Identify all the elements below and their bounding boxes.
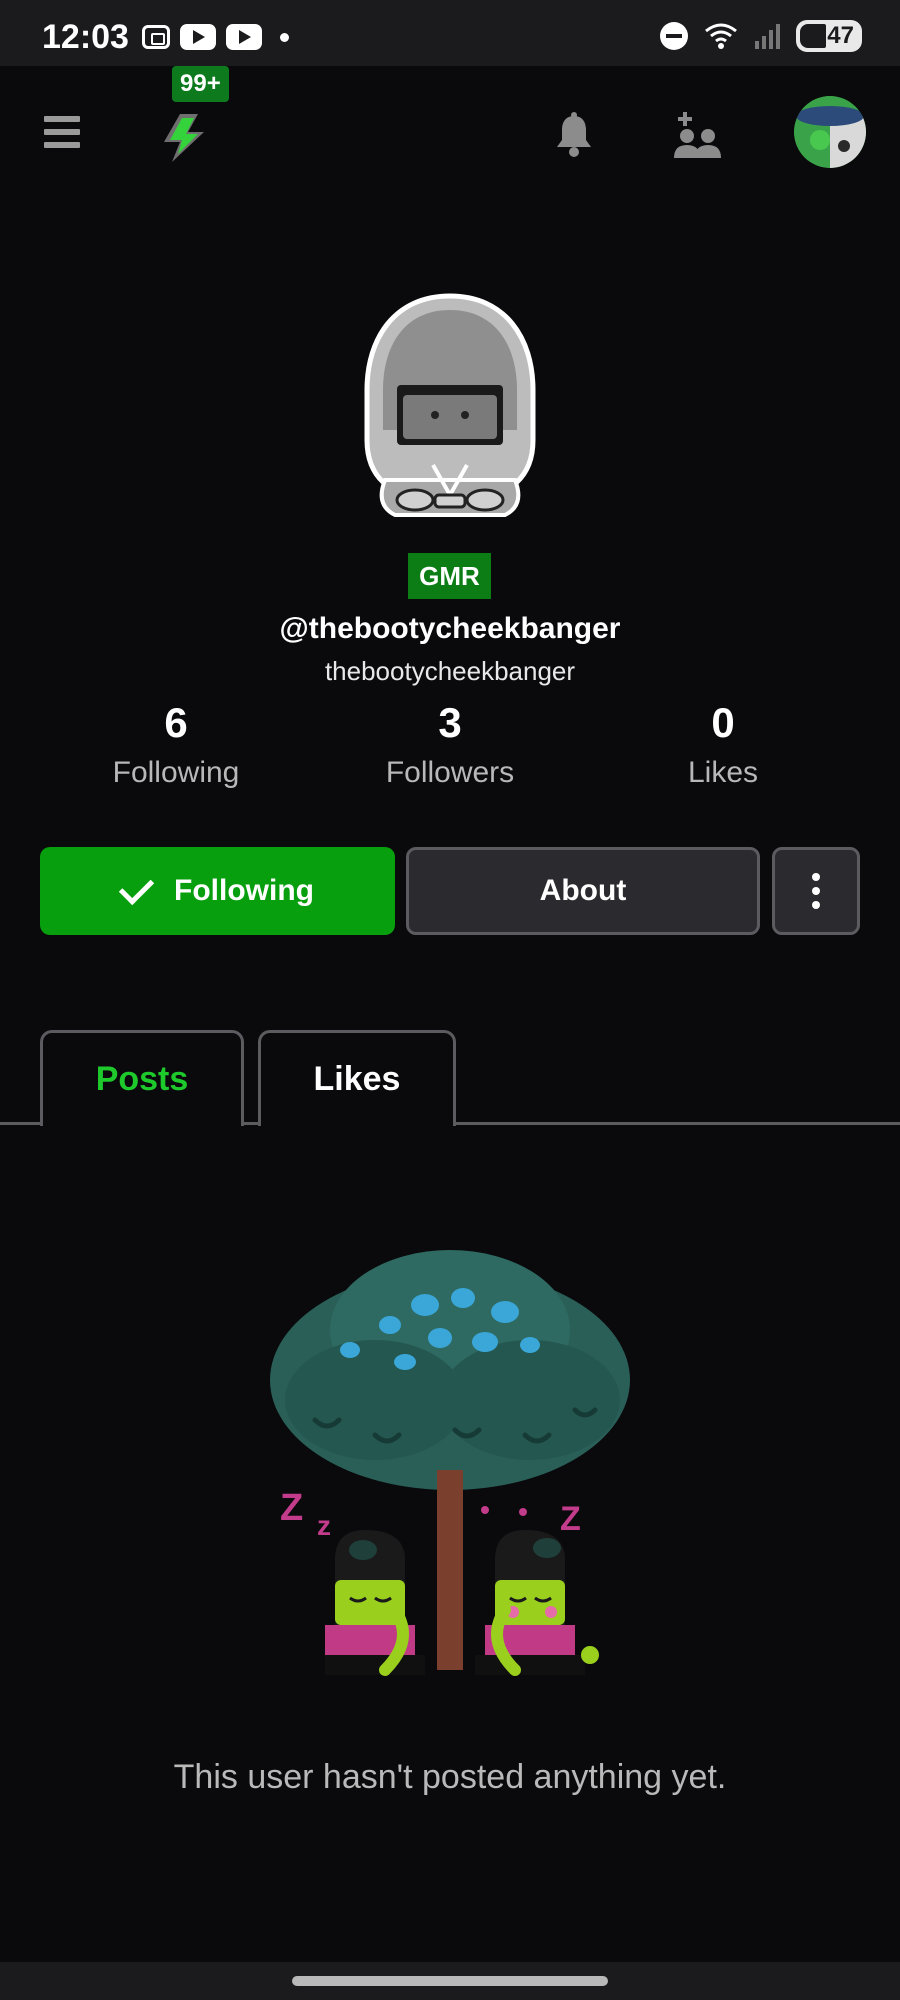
gamer-tag-badge: GMR <box>408 553 491 599</box>
tab-posts-label: Posts <box>95 1060 189 1098</box>
menu-icon[interactable] <box>44 116 80 148</box>
status-bar: 12:03 47 <box>0 0 900 66</box>
youtube-icon <box>180 24 216 50</box>
stat-value: 6 <box>164 699 188 746</box>
svg-text:Z: Z <box>280 1487 303 1529</box>
checkmark-icon <box>118 869 155 905</box>
following-button[interactable]: Following <box>40 847 395 935</box>
stat-label: Likes <box>687 756 759 790</box>
home-gesture-bar[interactable] <box>292 1976 608 1986</box>
profile-avatar <box>364 293 536 517</box>
screenshot-icon <box>142 25 170 49</box>
tab-likes[interactable]: Likes <box>258 1030 456 1126</box>
add-friend-icon[interactable] <box>672 110 722 160</box>
notification-badge: 99+ <box>172 66 229 102</box>
status-time: 12:03 <box>42 18 129 56</box>
battery-level: 47 <box>827 22 854 49</box>
profile-avatar-icon[interactable] <box>794 96 866 168</box>
tab-posts[interactable]: Posts <box>40 1030 244 1126</box>
stat-followers[interactable]: 3 Followers <box>340 699 560 790</box>
stat-following[interactable]: 6 Following <box>66 699 286 790</box>
more-vert-icon <box>812 873 820 881</box>
svg-text:Z: Z <box>560 1500 581 1538</box>
bell-icon[interactable] <box>555 112 593 158</box>
system-nav-bar <box>0 1962 900 2000</box>
more-options-button[interactable] <box>772 847 860 935</box>
empty-state-message: This user hasn't posted anything yet. <box>173 1758 727 1796</box>
stat-value: 3 <box>438 699 462 746</box>
youtube-icon <box>226 24 262 50</box>
tab-likes-label: Likes <box>313 1060 401 1098</box>
dot-icon <box>280 32 289 42</box>
lightning-icon[interactable] <box>158 112 208 164</box>
about-button[interactable]: About <box>406 847 760 935</box>
dnd-icon <box>660 22 688 50</box>
svg-text:z: z <box>317 1510 331 1541</box>
profile-display-name: thebootycheekbanger <box>324 656 576 686</box>
stat-label: Following <box>112 756 240 790</box>
stat-likes[interactable]: 0 Likes <box>613 699 833 790</box>
battery-icon: 47 <box>796 20 862 52</box>
stat-value: 0 <box>711 699 735 746</box>
signal-icon <box>755 24 780 49</box>
stat-label: Followers <box>385 756 515 790</box>
about-button-label: About <box>539 874 627 907</box>
empty-state-illustration: Z z Z <box>270 1250 630 1676</box>
following-button-label: Following <box>174 874 314 907</box>
top-app-bar: 99+ <box>0 66 900 198</box>
profile-handle: @thebootycheekbanger <box>279 612 621 645</box>
wifi-icon <box>705 23 737 49</box>
